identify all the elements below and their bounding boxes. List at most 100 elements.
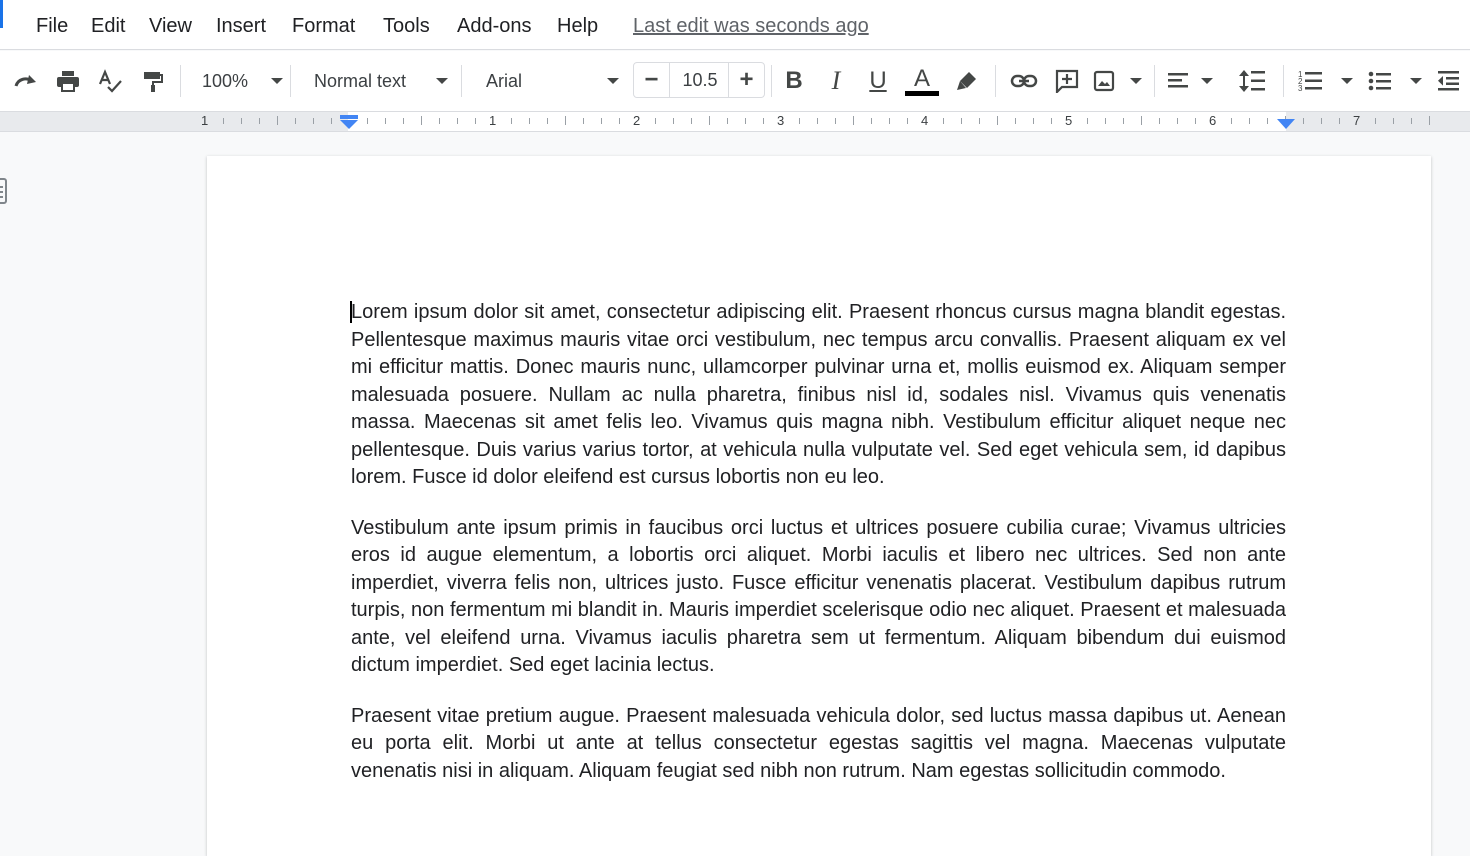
ruler-tick [1249,118,1250,124]
document-outline-icon[interactable] [0,178,8,204]
font-size-input[interactable]: 10.5 [670,63,730,97]
underline-icon[interactable]: U [863,63,893,99]
ruler-tick [511,118,512,124]
italic-icon[interactable]: I [821,63,851,99]
ruler-tick [457,118,458,124]
font-dropdown[interactable]: Arial [478,63,619,99]
ruler-tick [439,118,440,124]
highlight-icon[interactable] [952,63,982,99]
bold-icon[interactable]: B [779,63,809,99]
paragraph[interactable]: Lorem ipsum dolor sit amet, consectetur … [351,299,1286,492]
ruler-tick [601,118,602,124]
ruler-tick [691,118,692,124]
menu-view[interactable]: View [149,14,192,38]
toolbar-separator [995,65,996,97]
ruler-tick [313,118,314,124]
font-size-stepper[interactable]: − 10.5 + [633,62,765,98]
ruler-tick [223,118,224,124]
zoom-dropdown[interactable]: 100% [195,63,283,99]
ruler-number: 4 [921,113,929,128]
toolbar-separator [461,65,462,97]
align-icon[interactable] [1167,63,1213,99]
ruler-tick [907,118,908,124]
last-edit-link[interactable]: Last edit was seconds ago [633,14,869,38]
font-value: Arial [486,70,523,91]
chevron-down-icon [1410,78,1422,84]
ruler-tick [1429,116,1430,125]
docs-logo-edge [0,0,3,28]
menu-tools[interactable]: Tools [383,14,430,38]
ruler-tick [853,116,854,125]
ruler-tick [1141,116,1142,125]
ruler-tick [583,118,584,124]
ruler-tick [1375,118,1376,124]
ruler-tick [1087,118,1088,124]
ruler-tick [961,118,962,124]
ruler-tick [799,118,800,124]
toolbar-separator [180,65,181,97]
ruler-tick [1195,118,1196,124]
toolbar-separator [290,65,291,97]
chevron-down-icon [436,78,448,84]
numbered-list-icon[interactable]: 123 [1297,63,1353,99]
ruler-tick [835,118,836,124]
ruler-tick [745,118,746,124]
link-icon[interactable] [1008,63,1040,99]
comment-icon[interactable] [1051,63,1083,99]
line-spacing-icon[interactable] [1236,63,1268,99]
text-cursor [350,301,352,323]
ruler-tick [727,118,728,124]
image-icon[interactable] [1092,63,1142,99]
ruler-tick [1105,118,1106,124]
toolbar-separator [1283,65,1284,97]
menu-format[interactable]: Format [292,14,355,38]
right-indent-marker[interactable] [1277,119,1295,130]
ruler-tick [871,118,872,124]
ruler-tick [1411,118,1412,124]
ruler-tick [1267,118,1268,124]
ruler-tick [475,118,476,124]
ruler-tick [367,118,368,124]
text-color-icon[interactable]: A [904,63,940,99]
paint-format-icon[interactable] [137,63,169,99]
ruler-tick [277,116,278,125]
ruler-tick [655,118,656,124]
ruler-tick [817,118,818,124]
ruler-tick [1051,118,1052,124]
menu-file[interactable]: File [36,14,68,38]
menu-help[interactable]: Help [557,14,598,38]
paragraph[interactable]: Praesent vitae pretium augue. Praesent m… [351,703,1286,786]
ruler-tick [547,118,548,124]
left-indent-marker[interactable] [339,114,359,130]
ruler-tick [673,118,674,124]
print-icon[interactable] [52,63,84,99]
ruler-tick [331,118,332,124]
increase-font-size-button[interactable]: + [728,63,764,97]
ruler-tick [295,118,296,124]
ruler-tick [943,118,944,124]
toolbar-separator [771,65,772,97]
style-dropdown[interactable]: Normal text [306,63,448,99]
decrease-font-size-button[interactable]: − [634,63,670,97]
spellcheck-icon[interactable] [94,63,126,99]
chevron-down-icon [1201,78,1213,84]
bulleted-list-icon[interactable] [1368,63,1422,99]
ruler-tick [403,118,404,124]
menu-edit[interactable]: Edit [91,14,125,38]
document-page[interactable]: Lorem ipsum dolor sit amet, consectetur … [207,156,1431,856]
ruler[interactable]: 1 1 2 3 4 5 6 7 [0,111,1470,132]
menu-addons[interactable]: Add-ons [457,14,532,38]
redo-icon[interactable] [10,63,42,99]
ruler-tick [1303,118,1304,124]
ruler-tick [241,118,242,124]
chevron-down-icon [607,78,619,84]
decrease-indent-icon[interactable] [1434,63,1462,99]
document-body[interactable]: Lorem ipsum dolor sit amet, consectetur … [350,299,1286,808]
paragraph[interactable]: Vestibulum ante ipsum primis in faucibus… [351,515,1286,680]
menu-bar: File Edit View Insert Format Tools Add-o… [0,0,1470,50]
ruler-number: 5 [1065,113,1073,128]
ruler-tick [1231,118,1232,124]
menu-insert[interactable]: Insert [216,14,266,38]
ruler-number: 6 [1209,113,1217,128]
ruler-tick [1339,118,1340,124]
